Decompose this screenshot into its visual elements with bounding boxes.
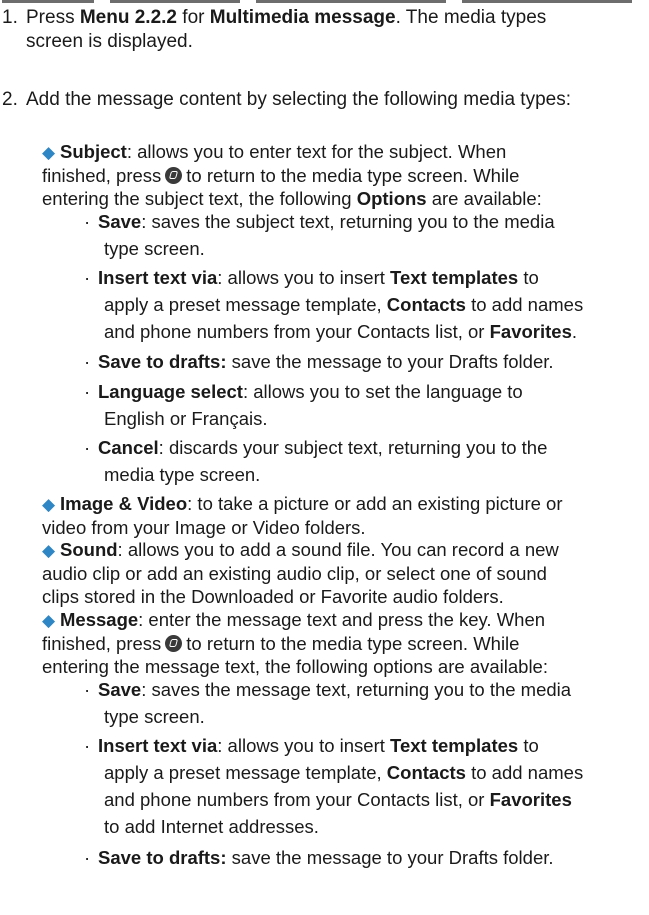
step-number: 1. [2, 7, 18, 28]
message-option-save-to-drafts: · Save to drafts: save the message to you… [84, 847, 554, 868]
subject-option-language-select: · Language select: allows you to set the … [84, 381, 523, 429]
diamond-bullet-icon: ◆ [42, 541, 56, 560]
document-page: 1. Press Menu 2.2.2 for Multimedia messa… [0, 0, 649, 915]
diamond-bullet-icon: ◆ [42, 495, 56, 514]
menu-name: Multimedia message [209, 7, 396, 28]
media-type-message: ◆ Message: enter the message text and pre… [42, 609, 548, 677]
message-option-save: · Save: saves the message text, returning… [84, 679, 572, 727]
ok-key-icon [165, 167, 183, 184]
subject-option-cancel: · Cancel: discards your subject text, ret… [84, 437, 548, 485]
menu-path: Menu 2.2.2 [79, 7, 178, 28]
diamond-bullet-icon: ◆ [42, 611, 56, 630]
media-type-image-video: ◆ Image & Video: to take a picture or add… [42, 493, 563, 538]
diamond-bullet-icon: ◆ [42, 143, 56, 162]
media-type-sound: ◆ Sound: allows you to add a sound file. … [42, 539, 559, 607]
subject-option-save: · Save: saves the subject text, returning… [84, 211, 555, 259]
subject-option-insert-text: · Insert text via: allows you to insert T… [84, 267, 584, 342]
ok-key-icon [165, 635, 183, 652]
media-type-subject: ◆ Subject: allows you to enter text for t… [42, 141, 542, 209]
message-option-insert-text: · Insert text via: allows you to insert T… [84, 735, 584, 837]
step-number: 2. [2, 89, 18, 110]
subject-option-save-to-drafts: · Save to drafts: save the message to you… [84, 351, 554, 372]
